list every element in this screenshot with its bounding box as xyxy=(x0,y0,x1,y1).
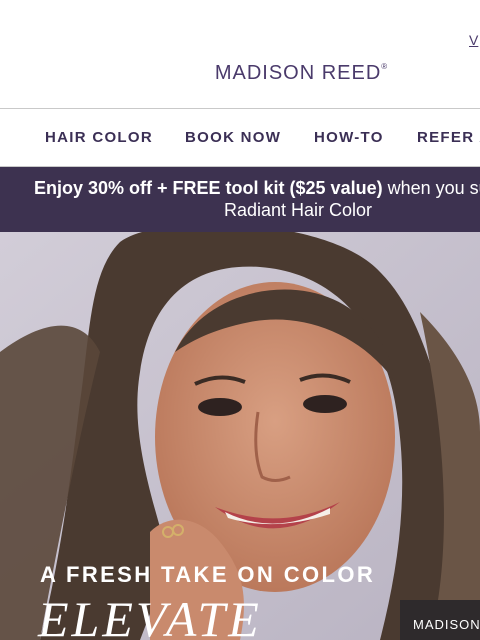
brand-name: MADISON REED xyxy=(214,62,382,84)
brand-logo[interactable]: MADISON REED® xyxy=(0,62,480,85)
nav-item-how-to[interactable]: HOW-TO xyxy=(314,129,384,146)
promo-offer: Enjoy 30% off + FREE tool kit ($25 value… xyxy=(34,178,383,198)
view-in-browser-link[interactable]: V xyxy=(469,32,478,48)
hero-badge-text: MADISON R xyxy=(413,617,480,632)
hero-title: ELEVATE xyxy=(38,591,262,640)
hero-banner[interactable]: A FRESH TAKE ON COLOR ELEVATE MADISON R xyxy=(0,232,480,640)
hero-brand-badge: MADISON R xyxy=(400,600,480,640)
main-nav: HAIR COLOR BOOK NOW HOW-TO REFER A xyxy=(0,109,480,166)
nav-item-book-now[interactable]: BOOK NOW xyxy=(185,129,281,146)
nav-item-hair-color[interactable]: HAIR COLOR xyxy=(45,129,153,146)
promo-condition: when you su xyxy=(382,178,480,198)
promo-line-2: Radiant Hair Color xyxy=(223,200,373,220)
hero-kicker: A FRESH TAKE ON COLOR xyxy=(40,562,376,587)
registered-mark: ® xyxy=(381,62,389,72)
promo-line-1: Enjoy 30% off + FREE tool kit ($25 value… xyxy=(34,178,480,199)
promo-banner[interactable]: Enjoy 30% off + FREE tool kit ($25 value… xyxy=(0,167,480,232)
nav-item-refer[interactable]: REFER A xyxy=(417,129,480,146)
